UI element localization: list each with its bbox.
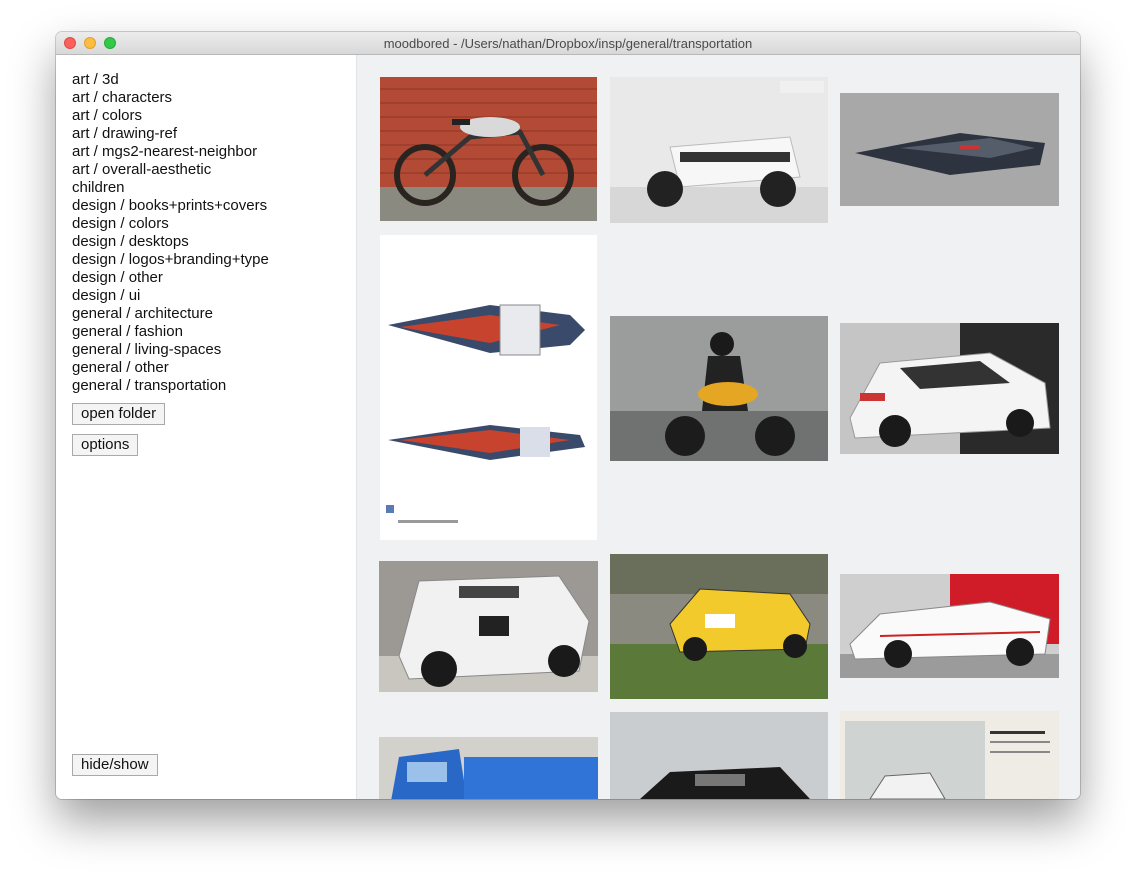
gallery-image-spaceship-blueprint[interactable] [380,235,597,540]
folder-item-general-transportation[interactable]: general / transportation [72,377,269,395]
car-photo-icon [840,323,1059,454]
spaceship-render-icon [840,93,1059,206]
folder-item-design-colors[interactable]: design / colors [72,215,269,233]
folder-item-design-desktops[interactable]: design / desktops [72,233,269,251]
hatchback-photo-icon [610,712,828,799]
scooter-photo-icon [610,77,828,223]
rs200-photo-icon [840,574,1059,678]
folder-item-art-colors[interactable]: art / colors [72,107,269,125]
gallery-image-audi-rally-car[interactable] [610,554,828,699]
gallery-image-cafe-racer-moped[interactable] [380,77,597,221]
gallery-image-blue-truck[interactable] [379,737,598,799]
folder-item-general-architecture[interactable]: general / architecture [72,305,269,323]
open-folder-button[interactable]: open folder [72,403,166,425]
magazine-print-icon [840,711,1059,799]
gallery-image-lada-niva-print[interactable] [840,711,1059,799]
truck-photo-icon [379,737,598,799]
folder-list: art / 3d art / characters art / colors a… [72,71,269,395]
hide-show-button[interactable]: hide/show [72,754,158,776]
gallery-image-white-scooter[interactable] [610,77,828,223]
sidebar: art / 3d art / characters art / colors a… [56,55,357,799]
folder-item-art-overall-aesthetic[interactable]: art / overall-aesthetic [72,161,269,179]
rally-photo-icon [610,554,828,699]
app-window: moodbored - /Users/nathan/Dropbox/insp/g… [56,32,1080,799]
blueprint-icon [380,235,597,540]
gallery-image-black-hatchback[interactable] [610,712,828,799]
rider-photo-icon [610,316,828,461]
gallery-image-rider-on-yellow-motorcycle[interactable] [610,316,828,461]
folder-item-design-books-prints-covers[interactable]: design / books+prints+covers [72,197,269,215]
gallery-image-white-toyota-rally-car-rear[interactable] [379,561,598,692]
folder-item-art-mgs2-nearest-neighbor[interactable]: art / mgs2-nearest-neighbor [72,143,269,161]
folder-item-general-other[interactable]: general / other [72,359,269,377]
gallery-image-ford-rs200[interactable] [840,574,1059,678]
gallery-image-white-toyota-rally-car-front[interactable] [840,323,1059,454]
options-button[interactable]: options [72,434,139,456]
car-rear-photo-icon [379,561,598,692]
motorcycle-photo-icon [380,77,597,221]
folder-item-design-ui[interactable]: design / ui [72,287,269,305]
gallery-image-spaceship-render[interactable] [840,93,1059,206]
folder-item-design-logos-branding-type[interactable]: design / logos+branding+type [72,251,269,269]
window-title: moodbored - /Users/nathan/Dropbox/insp/g… [383,36,753,51]
folder-item-children[interactable]: children [72,179,269,197]
folder-item-general-living-spaces[interactable]: general / living-spaces [72,341,269,359]
folder-item-art-characters[interactable]: art / characters [72,89,269,107]
folder-item-design-other[interactable]: design / other [72,269,269,287]
folder-item-art-3d[interactable]: art / 3d [72,71,269,89]
title-bar[interactable]: moodbored - /Users/nathan/Dropbox/insp/g… [56,32,1080,55]
image-gallery [357,55,1080,799]
folder-item-general-fashion[interactable]: general / fashion [72,323,269,341]
folder-item-art-drawing-ref[interactable]: art / drawing-ref [72,125,269,143]
